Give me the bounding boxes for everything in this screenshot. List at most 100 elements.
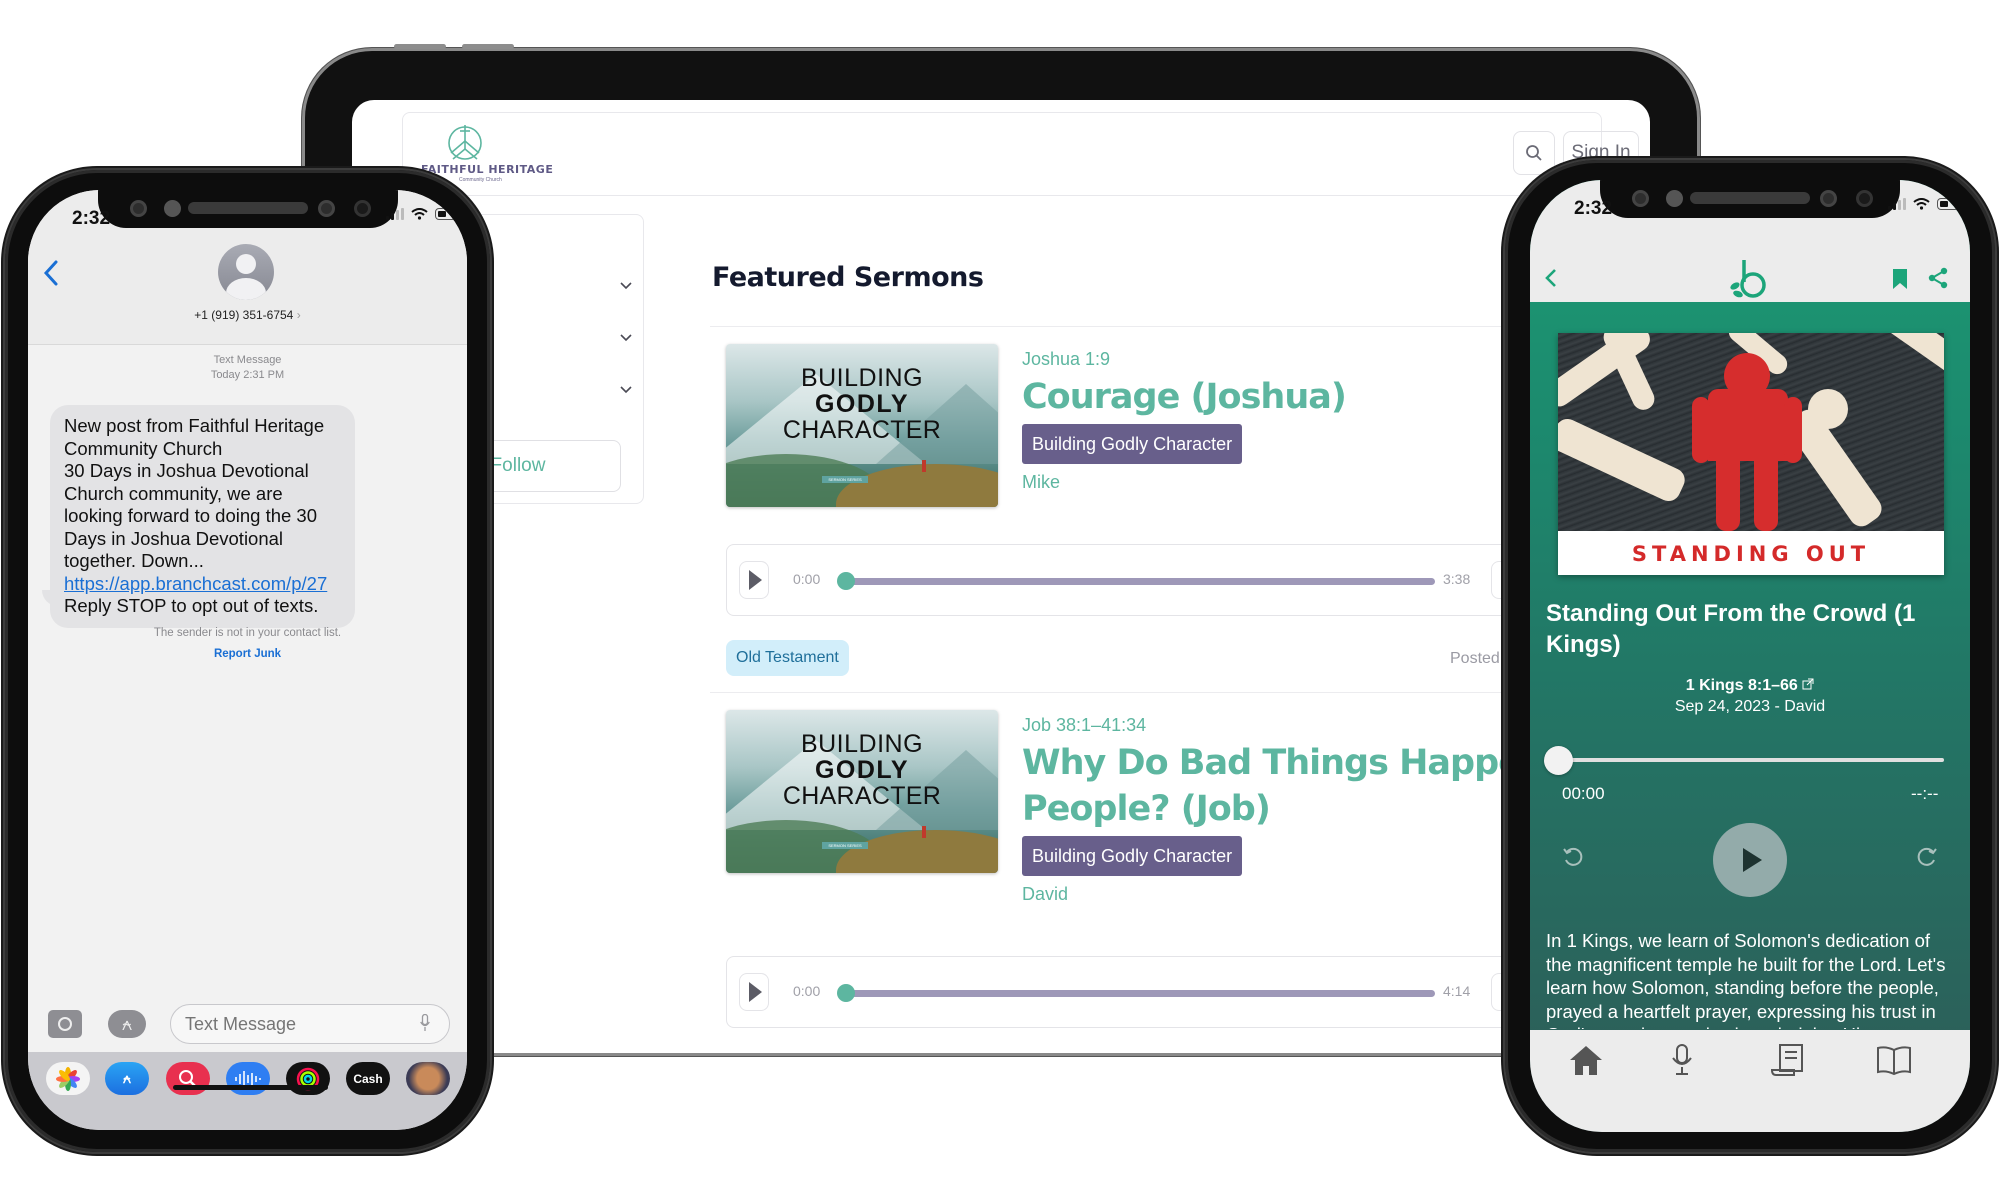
speaker-name[interactable]: David	[1022, 884, 1068, 905]
tablet-screen: FAITHFUL HERITAGE Community Church Sign …	[352, 100, 1650, 1053]
category-badge[interactable]: Old Testament	[726, 640, 849, 676]
progress-track[interactable]	[1558, 758, 1944, 762]
report-junk-link[interactable]: Report Junk	[28, 648, 467, 660]
bookmark-icon[interactable]	[1892, 268, 1908, 290]
progress-handle[interactable]	[837, 572, 855, 590]
page-title: Featured Sermons	[712, 262, 984, 293]
thumb-text: BUILDING	[800, 364, 924, 392]
contact-number-text: +1 (919) 351-6754	[194, 308, 294, 322]
wifi-icon	[1913, 198, 1930, 210]
text-message-input[interactable]	[170, 1004, 450, 1044]
app-store-icon[interactable]: ⍲	[105, 1062, 149, 1095]
chevron-right-icon: ›	[296, 308, 301, 322]
image-search-icon[interactable]	[166, 1062, 210, 1095]
notch	[1600, 180, 1900, 218]
message-bubble[interactable]: New post from Faithful Heritage Communit…	[50, 405, 355, 628]
play-icon	[1743, 848, 1762, 872]
microphone-icon[interactable]	[1664, 1044, 1700, 1076]
thumb-text: GODLY	[814, 756, 910, 784]
thumb-text: CHARACTER	[782, 416, 942, 444]
bottom-tab-bar	[1530, 1030, 1970, 1132]
imessage-app-tray: ⍲ Cash	[28, 1052, 467, 1130]
signal-icon	[386, 208, 404, 220]
play-button[interactable]	[739, 561, 769, 599]
sender-note: The sender is not in your contact list.	[153, 627, 342, 639]
message-meta: Text Message Today 2:31 PM	[28, 353, 467, 383]
back-chevron-icon[interactable]	[1544, 267, 1558, 289]
series-tag[interactable]: Building Godly Character	[1022, 424, 1243, 464]
message-type: Text Message	[213, 354, 282, 366]
fast-forward-icon[interactable]	[1916, 846, 1938, 868]
message-line: Community Church	[64, 437, 223, 459]
microphone-icon[interactable]	[420, 1014, 430, 1032]
progress-handle[interactable]	[1544, 746, 1573, 775]
memoji-icon[interactable]	[406, 1062, 450, 1095]
status-time: 2:32	[72, 208, 111, 229]
battery-icon	[1937, 198, 1962, 210]
logo-name: FAITHFUL HERITAGE	[421, 163, 554, 176]
artwork-caption: STANDING OUT	[1631, 542, 1871, 566]
app-store-button-icon[interactable]: ⍲	[108, 1010, 146, 1038]
play-icon	[749, 570, 762, 590]
speaker-name[interactable]: Mike	[1022, 472, 1060, 493]
current-time: 0:00	[793, 983, 821, 999]
message-line: Church community, we are	[64, 482, 283, 504]
artwork-photo	[1558, 333, 1944, 531]
posted-label: Posted	[1450, 650, 1500, 667]
status-icons	[386, 208, 460, 220]
play-icon	[749, 982, 762, 1002]
thumb-text: BUILDING	[800, 730, 924, 758]
message-timestamp: Today 2:31 PM	[210, 369, 285, 381]
back-chevron-icon[interactable]	[40, 258, 62, 288]
sermon-title: Standing Out From the Crowd (1 Kings)	[1546, 600, 1916, 658]
play-button[interactable]	[1713, 823, 1787, 897]
thumb-text: GODLY	[814, 390, 910, 418]
sermon-player-screen: 2:32 STANDING OUT Standing Out From the …	[1530, 180, 1970, 1132]
message-line: New post from Faithful Heritage	[64, 415, 325, 436]
scroll-notes-icon[interactable]	[1770, 1044, 1806, 1076]
chevron-down-icon	[620, 386, 632, 394]
open-book-icon[interactable]	[1876, 1044, 1912, 1076]
audio-message-icon[interactable]	[226, 1062, 270, 1095]
branchcast-logo-icon[interactable]	[1726, 258, 1772, 300]
series-tag[interactable]: Building Godly Character	[1022, 836, 1243, 876]
scripture-reference[interactable]: Joshua 1:9	[1022, 349, 1110, 370]
search-button[interactable]	[1513, 131, 1555, 175]
sermon-description: In 1 Kings, we learn of Solomon's dedica…	[1546, 930, 1946, 1029]
compose-bar: ⍲	[28, 1000, 467, 1048]
thumb-badge: SERMON SERIES	[822, 476, 868, 483]
progress-handle[interactable]	[837, 984, 855, 1002]
rewind-icon[interactable]	[1562, 846, 1584, 868]
thumb-text: CHARACTER	[782, 782, 942, 810]
contact-number[interactable]: +1 (919) 351-6754 ›	[28, 308, 467, 322]
apple-cash-icon[interactable]: Cash	[346, 1062, 390, 1095]
signal-icon	[1888, 198, 1906, 210]
play-button[interactable]	[739, 973, 769, 1011]
status-icons	[1888, 198, 1962, 210]
current-time: 00:00	[1562, 784, 1605, 803]
home-icon[interactable]	[1568, 1044, 1604, 1076]
contact-avatar[interactable]	[218, 244, 274, 300]
search-icon	[1526, 145, 1542, 161]
share-icon[interactable]	[1927, 267, 1949, 289]
activity-rings-icon[interactable]	[286, 1062, 330, 1095]
duration: 3:38	[1443, 571, 1471, 587]
photos-app-icon[interactable]	[46, 1062, 90, 1095]
progress-track[interactable]	[845, 578, 1435, 585]
duration: --:--	[1911, 784, 1939, 803]
camera-icon[interactable]	[48, 1010, 82, 1038]
home-indicator[interactable]	[173, 1085, 328, 1090]
progress-track[interactable]	[845, 990, 1435, 997]
message-footer: Reply STOP to opt out of texts.	[64, 595, 319, 616]
message-line: together. Down...	[64, 550, 204, 571]
sermon-thumbnail[interactable]: BUILDING GODLY CHARACTER SERMON SERIES	[726, 710, 998, 873]
battery-icon	[435, 208, 460, 220]
message-link[interactable]: https://app.branchcast.com/p/27	[64, 573, 341, 596]
date-speaker: Sep 24, 2023 - David	[1674, 698, 1826, 715]
scripture-reference-link[interactable]: 1 Kings 8:1–66	[1530, 677, 1970, 695]
scripture-reference[interactable]: Job 38:1–41:34	[1022, 715, 1146, 736]
duration: 4:14	[1443, 983, 1471, 999]
message-line: looking forward to doing the 30	[64, 505, 318, 526]
current-time: 0:00	[793, 571, 821, 587]
sermon-thumbnail[interactable]: BUILDING GODLY CHARACTER SERMON SERIES	[726, 344, 998, 507]
